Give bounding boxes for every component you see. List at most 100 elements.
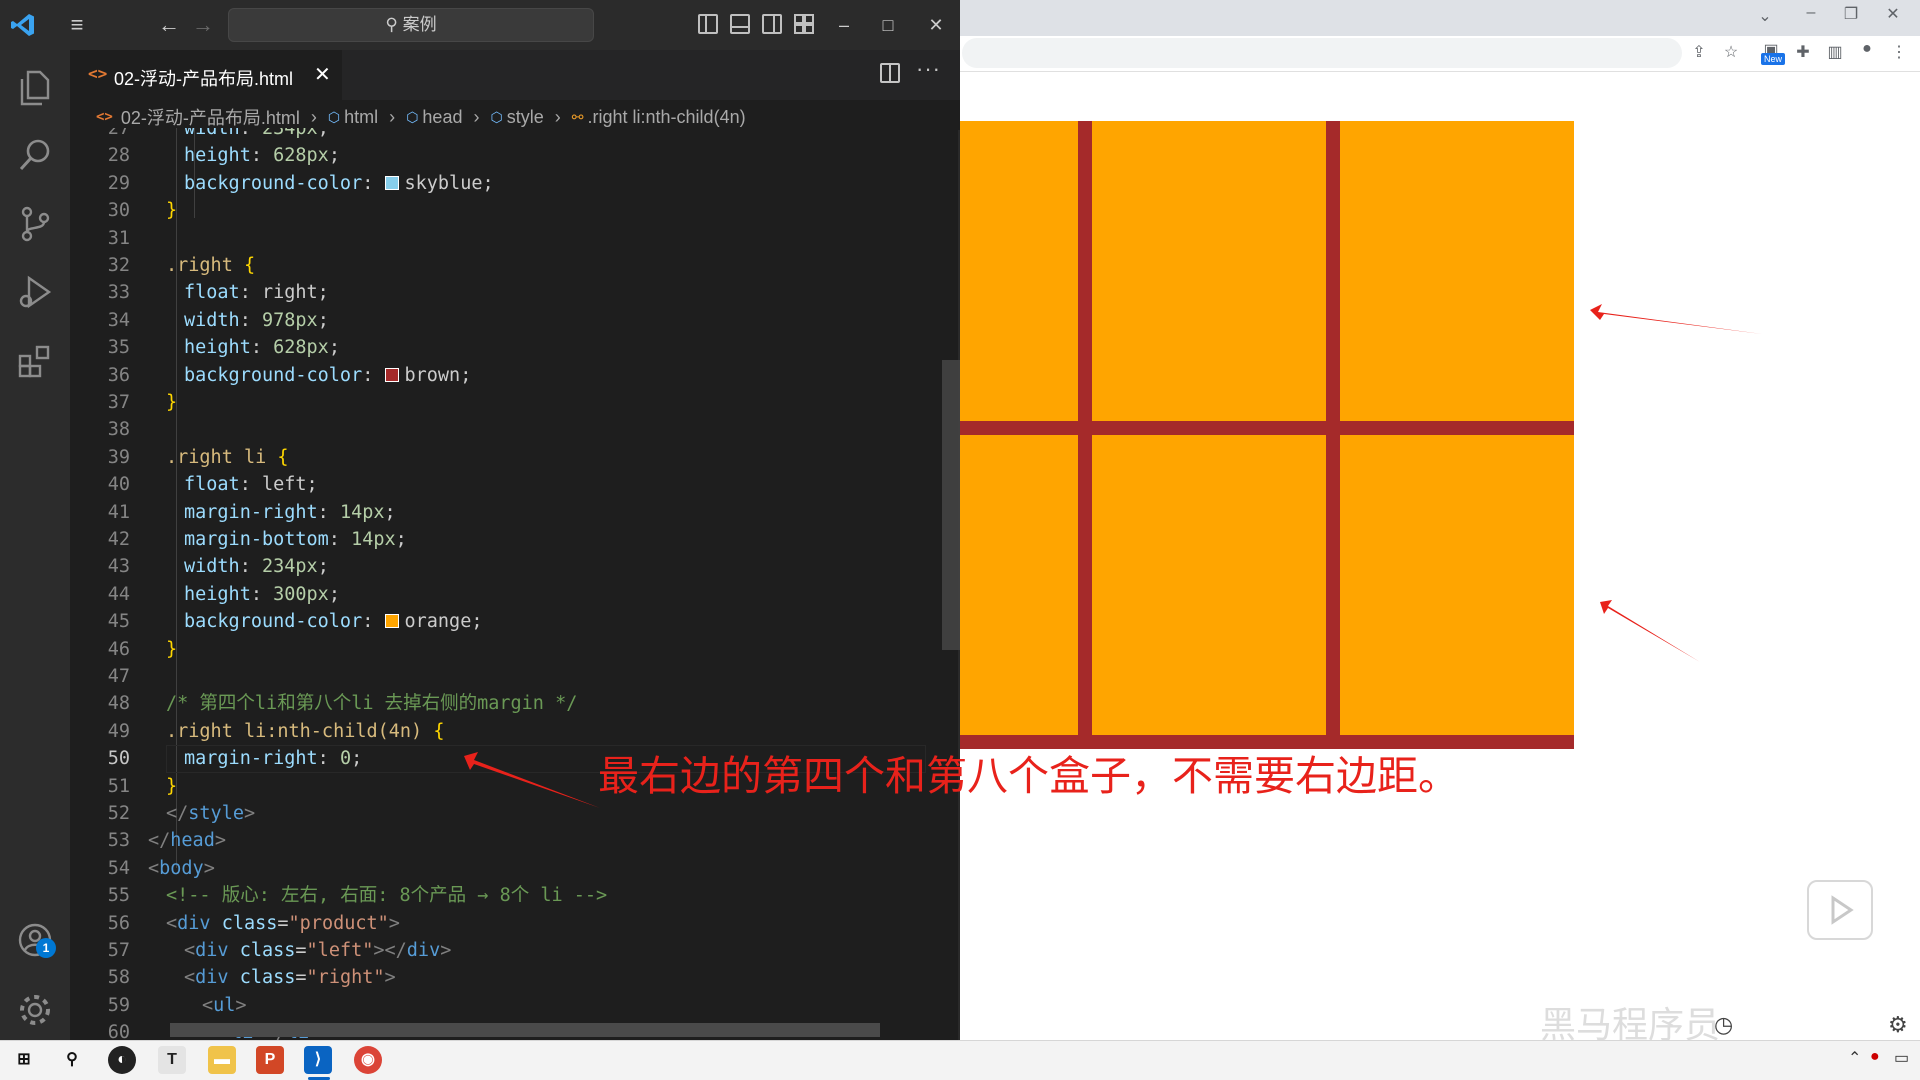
command-center-search[interactable]: ⚲ 案例 xyxy=(228,8,594,42)
menu-icon[interactable]: ≡ xyxy=(62,0,92,50)
code-token: < xyxy=(184,967,196,989)
code-line[interactable]: 37} xyxy=(70,389,930,416)
file-explorer-icon[interactable]: ▬ xyxy=(208,1046,236,1074)
vscode-taskbar-icon[interactable]: ⟩ xyxy=(304,1046,332,1074)
code-line[interactable]: 54 <body> xyxy=(70,855,930,882)
code-line[interactable]: 35 height: 628px; xyxy=(70,334,930,361)
code-editor[interactable]: 27 width: 234px; 28 height: 628px; 29 backgro… xyxy=(70,128,960,1040)
code-line[interactable]: 33 float: right; xyxy=(70,279,930,306)
customize-layout-icon[interactable] xyxy=(794,14,814,34)
app-circle-icon[interactable]: ◐ xyxy=(108,1046,136,1074)
code-line[interactable]: 44 height: 300px; xyxy=(70,581,930,608)
code-line[interactable]: 46} xyxy=(70,636,930,663)
code-line[interactable]: 58 <div class="right"> xyxy=(70,964,930,991)
chrome-icon[interactable]: ◉ xyxy=(354,1046,382,1074)
code-line[interactable]: 40 float: left; xyxy=(70,471,930,498)
code-token: float xyxy=(184,474,240,496)
share-icon[interactable]: ⇪ xyxy=(1684,42,1714,62)
address-bar[interactable] xyxy=(962,38,1682,68)
color-swatch[interactable] xyxy=(384,367,399,382)
tray-chevron-icon[interactable]: ⌃ xyxy=(1848,1048,1861,1068)
toggle-primary-sidebar-icon[interactable] xyxy=(698,14,718,34)
code-token: div xyxy=(195,967,240,989)
line-number: 47 xyxy=(107,666,130,687)
code-line[interactable]: 53 </head> xyxy=(70,827,930,854)
code-line[interactable]: 43 width: 234px; xyxy=(70,553,930,580)
browser-minimize-icon[interactable]: – xyxy=(1796,4,1826,22)
more-actions-icon[interactable]: ··· xyxy=(916,56,941,82)
code-token: style xyxy=(188,803,244,824)
code-line[interactable]: 45 background-color: orange; xyxy=(70,608,930,635)
code-line[interactable]: 42 margin-bottom: 14px; xyxy=(70,526,930,553)
powerpoint-icon[interactable]: P xyxy=(256,1046,284,1074)
browser-close-icon[interactable]: ✕ xyxy=(1878,4,1908,24)
back-icon[interactable]: ← xyxy=(156,0,182,50)
bookmark-star-icon[interactable]: ☆ xyxy=(1716,42,1746,62)
explorer-icon[interactable] xyxy=(0,56,70,120)
code-line[interactable]: 39 .right li { xyxy=(70,444,930,471)
code-line[interactable]: 27 width: 234px; xyxy=(70,128,930,142)
source-control-icon[interactable] xyxy=(0,192,70,256)
toggle-secondary-sidebar-icon[interactable] xyxy=(762,14,782,34)
toggle-panel-icon[interactable] xyxy=(730,14,750,34)
profile-avatar-icon[interactable]: ● xyxy=(1852,40,1882,58)
code-line[interactable]: 29 background-color: skyblue; xyxy=(70,170,930,197)
vertical-scrollbar[interactable] xyxy=(942,360,960,650)
code-line[interactable]: 41 margin-right: 14px; xyxy=(70,499,930,526)
code-token: : xyxy=(362,172,385,194)
typora-icon[interactable]: T xyxy=(158,1046,186,1074)
extensions-icon[interactable] xyxy=(0,330,70,394)
code-line[interactable]: 47 xyxy=(70,663,930,690)
breadcrumb-item[interactable]: head xyxy=(422,107,462,128)
code-line[interactable]: 57 <div class="left"></div> xyxy=(70,937,930,964)
search-icon[interactable] xyxy=(0,124,70,188)
breadcrumb-item[interactable]: html xyxy=(344,107,378,128)
code-line[interactable]: 28 height: 628px; xyxy=(70,142,930,169)
breadcrumb-item[interactable]: style xyxy=(507,107,544,128)
code-line[interactable]: 56 <div class="product"> xyxy=(70,910,930,937)
code-line[interactable]: 34 width: 978px; xyxy=(70,307,930,334)
activity-bar xyxy=(0,50,70,1040)
color-swatch[interactable] xyxy=(384,175,399,190)
code-token: ; xyxy=(317,309,329,331)
tray-monitor-icon[interactable]: ▭ xyxy=(1894,1048,1909,1068)
video-play-button[interactable] xyxy=(1807,880,1873,940)
code-token: ; xyxy=(328,337,340,359)
extensions-puzzle-icon[interactable]: ✚ xyxy=(1788,42,1818,62)
tray-app-icon[interactable]: ● xyxy=(1870,1048,1880,1066)
code-line[interactable]: 59 <ul> xyxy=(70,992,930,1019)
symbol-icon: ⬡ xyxy=(327,108,341,125)
breadcrumb-file[interactable]: 02-浮动-产品布局.html xyxy=(121,104,300,130)
editor-tab[interactable]: <> 02-浮动-产品布局.html ✕ xyxy=(70,50,342,100)
split-editor-icon[interactable] xyxy=(880,63,900,83)
run-debug-icon[interactable] xyxy=(0,260,70,324)
line-number: 54 xyxy=(107,857,130,879)
code-line[interactable]: 48 /* 第四个li和第八个li 去掉右侧的margin */ xyxy=(70,690,930,717)
tab-search-chevron-icon[interactable]: ⌄ xyxy=(1750,6,1780,26)
side-panel-icon[interactable]: ▥ xyxy=(1820,42,1850,62)
code-line[interactable]: 30} xyxy=(70,197,930,224)
code-line[interactable]: 55 <!-- 版心: 左右, 右面: 8个产品 → 8个 li --> xyxy=(70,882,930,909)
account-icon[interactable] xyxy=(0,908,70,972)
code-line[interactable]: 31 xyxy=(70,225,930,252)
code-line[interactable]: 36 background-color: brown; xyxy=(70,362,930,389)
forward-icon[interactable]: → xyxy=(190,0,216,50)
clock-icon[interactable]: ◷ xyxy=(1714,1012,1733,1038)
maximize-button[interactable]: □ xyxy=(866,0,910,50)
settings-icon[interactable] xyxy=(0,978,70,1040)
close-button[interactable]: ✕ xyxy=(914,0,958,50)
code-line[interactable]: 38 xyxy=(70,416,930,443)
browser-menu-icon[interactable]: ⋮ xyxy=(1884,42,1914,62)
taskbar-search-icon[interactable]: ⚲ xyxy=(58,1046,86,1074)
minimize-button[interactable]: – xyxy=(822,0,866,50)
windows-start-icon[interactable]: ⊞ xyxy=(10,1046,38,1074)
code-text: /* 第四个li和第八个li 去掉右侧的margin */ xyxy=(166,690,577,717)
player-settings-icon[interactable]: ⚙ xyxy=(1888,1012,1908,1038)
code-line[interactable]: 32 .right { xyxy=(70,252,930,279)
horizontal-scrollbar[interactable] xyxy=(170,1023,880,1037)
breadcrumb-item[interactable]: .right li:nth-child(4n) xyxy=(588,107,746,128)
color-swatch[interactable] xyxy=(384,614,399,629)
browser-restore-icon[interactable]: ❐ xyxy=(1836,4,1866,24)
tab-close-icon[interactable]: ✕ xyxy=(314,62,331,87)
code-line[interactable]: 52 </style> xyxy=(70,800,930,827)
